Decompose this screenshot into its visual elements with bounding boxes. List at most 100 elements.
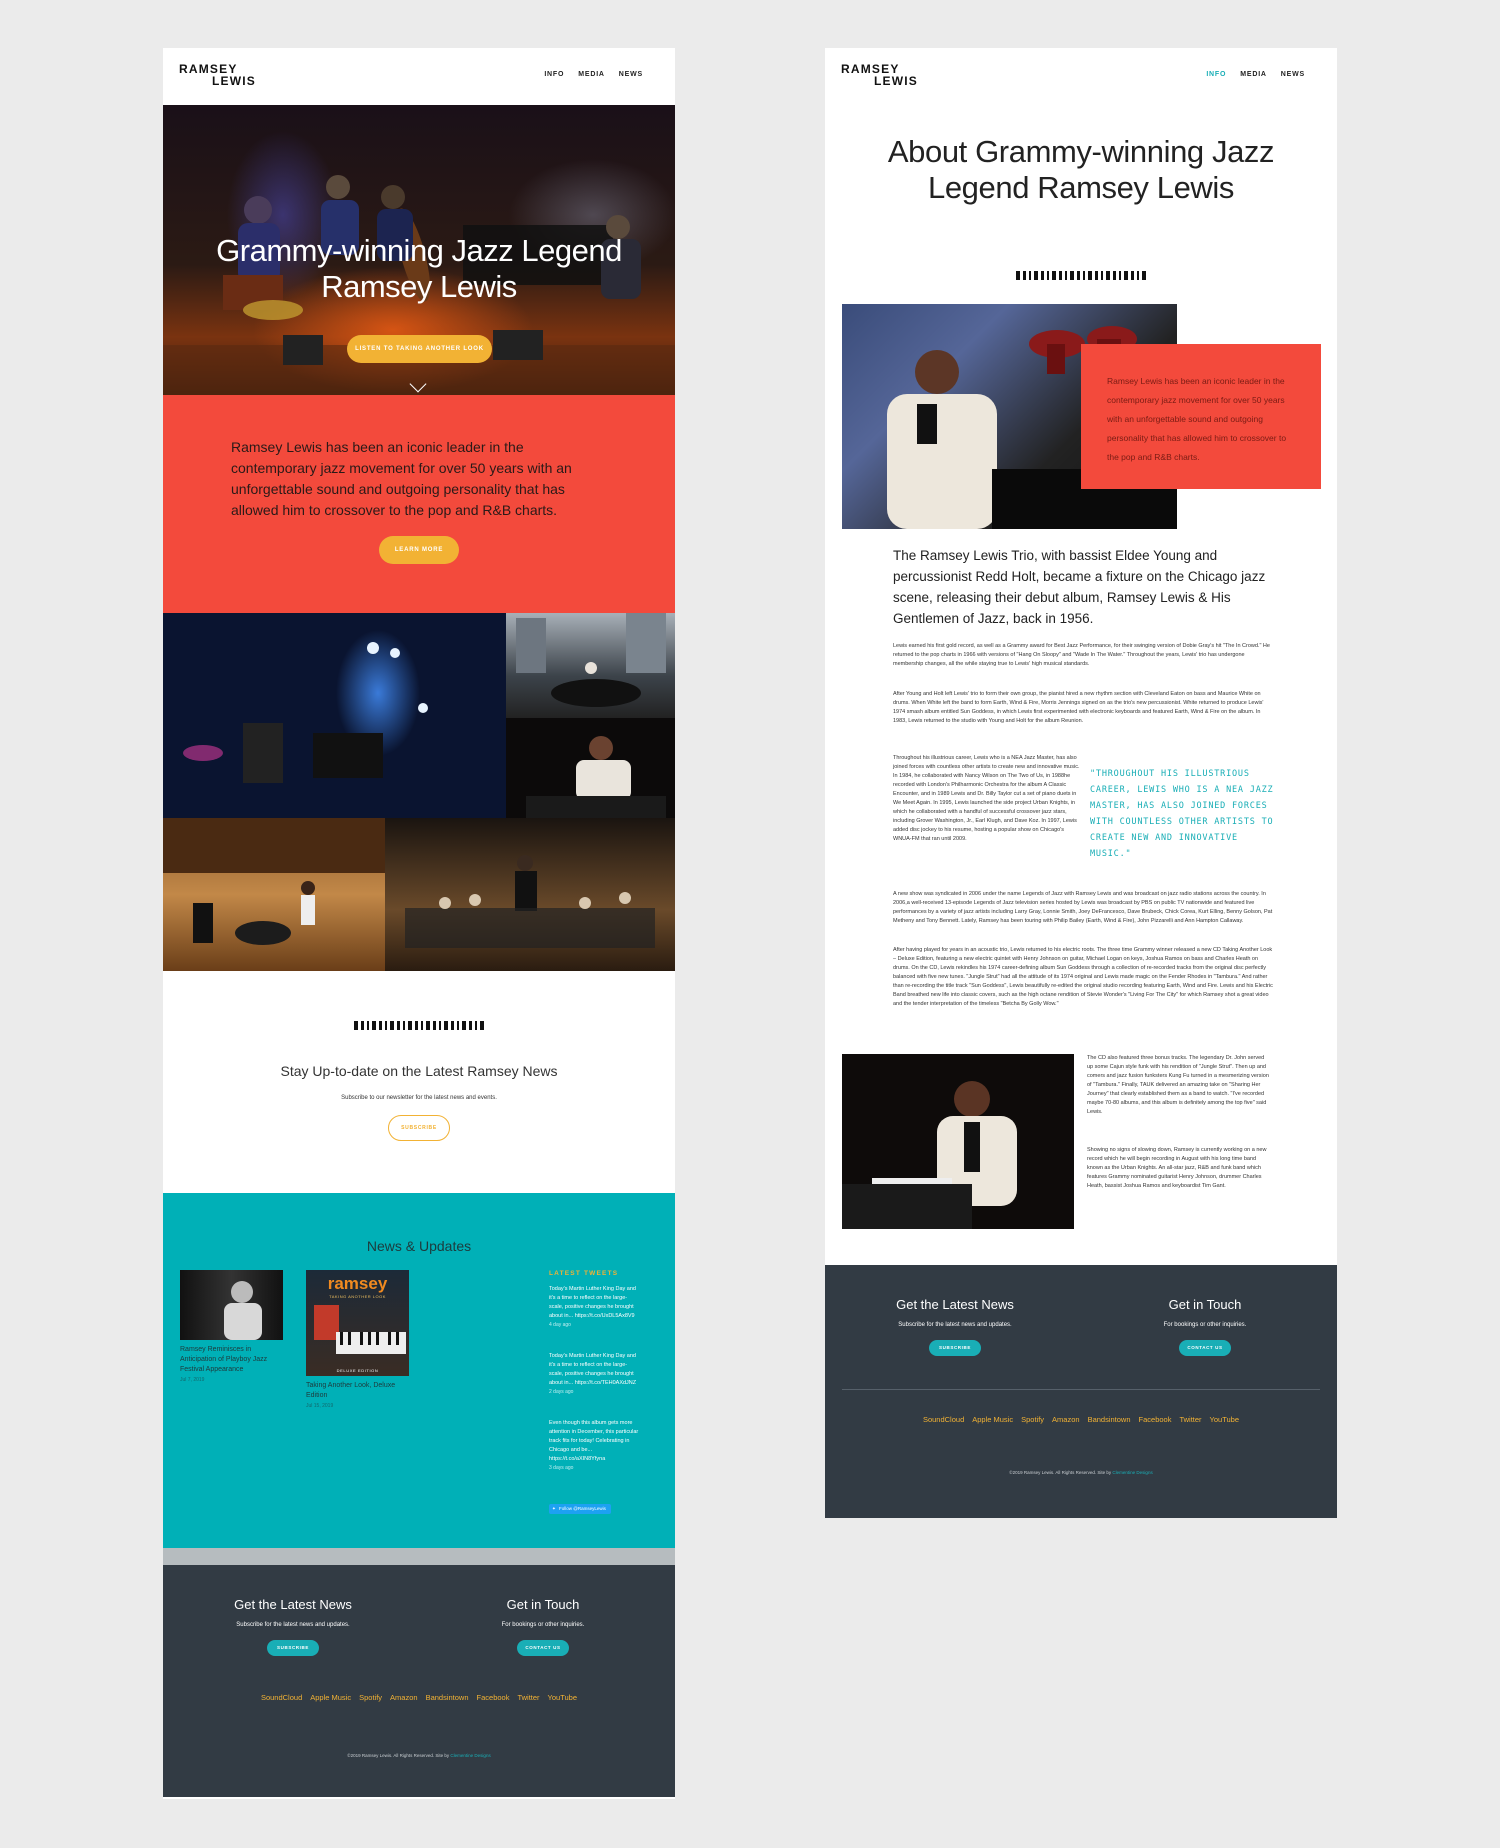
footer-contact-button[interactable]: CONTACT US	[1179, 1340, 1231, 1356]
hero-banner: Grammy-winning Jazz Legend Ramsey Lewis …	[163, 105, 675, 395]
link-amazon[interactable]: Amazon	[1052, 1415, 1080, 1424]
news-item-1[interactable]: Ramsey Reminisces in Anticipation of Pla…	[180, 1345, 280, 1385]
tweet-1-date: 4 day ago	[549, 1322, 571, 1328]
piano-keys-divider	[163, 1021, 675, 1030]
footer-contact-text: For bookings or other inquiries.	[1163, 1322, 1247, 1328]
nav-media[interactable]: MEDIA	[1240, 71, 1267, 78]
footer-news-col: Get the Latest News Subscribe for the la…	[865, 1297, 1045, 1356]
nav-media[interactable]: MEDIA	[578, 71, 605, 78]
piano-key	[1113, 271, 1116, 280]
piano-key	[366, 1021, 369, 1030]
tweet-2: Today's Martin Luther King Day and it's …	[549, 1352, 639, 1397]
link-spotify[interactable]: Spotify	[1021, 1415, 1044, 1424]
piano-key	[1131, 271, 1134, 280]
twitter-bird-icon: ✦	[552, 1506, 556, 1511]
tweet-3-date: 3 days ago	[549, 1465, 574, 1471]
footer-news-col: Get the Latest News Subscribe for the la…	[203, 1597, 383, 1656]
tweet-1-link[interactable]: https://t.co/UxDL5Ax8V9	[575, 1313, 635, 1319]
credit-link[interactable]: Clementine Designs	[450, 1753, 490, 1758]
tweet-3-text: Even though this album gets more attenti…	[549, 1420, 639, 1453]
orchestra-photo[interactable]	[385, 818, 675, 971]
link-bandsintown[interactable]: Bandsintown	[1088, 1415, 1131, 1424]
piano-key	[1106, 271, 1110, 280]
link-facebook[interactable]: Facebook	[477, 1693, 510, 1702]
ramsey-piano-photo[interactable]	[842, 1054, 1074, 1229]
piano-key	[1034, 271, 1038, 280]
link-spotify[interactable]: Spotify	[359, 1693, 382, 1702]
main-nav: INFO MEDIA NEWS	[1206, 71, 1305, 78]
link-youtube[interactable]: YouTube	[1210, 1415, 1239, 1424]
news-item-2[interactable]: Taking Another Look, Deluxe Edition Jul …	[306, 1381, 406, 1411]
piano-key	[1023, 271, 1026, 280]
piano-key	[384, 1021, 387, 1030]
tweet-2-date: 2 days ago	[549, 1389, 574, 1395]
nav-info[interactable]: INFO	[1206, 71, 1226, 78]
learn-more-button[interactable]: LEARN MORE	[379, 536, 459, 564]
logo-line-2: LEWIS	[874, 74, 918, 88]
nav-news[interactable]: NEWS	[619, 71, 643, 78]
piano-key	[408, 1021, 412, 1030]
listen-button[interactable]: LISTEN TO TAKING ANOTHER LOOK	[347, 335, 492, 363]
link-youtube[interactable]: YouTube	[548, 1693, 577, 1702]
about-title: About Grammy-winning Jazz Legend Ramsey …	[887, 134, 1275, 205]
link-apple-music[interactable]: Apple Music	[972, 1415, 1013, 1424]
footer-news-text: Subscribe for the latest news and update…	[898, 1322, 1012, 1328]
newsletter-section: Stay Up-to-date on the Latest Ramsey New…	[163, 971, 675, 1193]
home-page-mockup: RAMSEY LEWIS INFO MEDIA NEWS Grammy-winn…	[163, 48, 675, 1799]
newsletter-subscribe-button[interactable]: SUBSCRIBE	[388, 1115, 450, 1141]
stage-blue-photo[interactable]	[163, 613, 506, 818]
piano-key	[1016, 271, 1020, 280]
link-soundcloud[interactable]: SoundCloud	[261, 1693, 302, 1702]
news-title: News & Updates	[366, 1238, 472, 1254]
tweet-3-link[interactable]: https://t.co/aXIN8Yfyna	[549, 1456, 605, 1462]
twitter-follow-button[interactable]: ✦ Follow @RamseyLewis	[549, 1504, 611, 1514]
link-amazon[interactable]: Amazon	[390, 1693, 418, 1702]
piano-key	[1046, 271, 1049, 280]
about-paragraph-4: A new show was syndicated in 2006 under …	[893, 891, 1273, 924]
piano-key	[438, 1021, 441, 1030]
about-paragraph-1: Lewis earned his first gold record, as w…	[893, 643, 1270, 667]
home-footer: Get the Latest News Subscribe for the la…	[163, 1565, 675, 1797]
about-footer: Get the Latest News Subscribe for the la…	[825, 1265, 1337, 1518]
piano-key	[1070, 271, 1074, 280]
piano-key	[415, 1021, 418, 1030]
link-soundcloud[interactable]: SoundCloud	[923, 1415, 964, 1424]
about-page-mockup: RAMSEY LEWIS INFO MEDIA NEWS About Gramm…	[825, 48, 1337, 1518]
footer-links: SoundCloud Apple Music Spotify Amazon Bandsi…	[825, 1415, 1337, 1424]
outdoor-piano-photo[interactable]	[506, 613, 675, 718]
about-paragraph-2: After Young and Holt left Lewis' trio to…	[893, 691, 1264, 724]
album-cover[interactable]: ramsey TAKING ANOTHER LOOK DELUXE EDITIO…	[306, 1270, 409, 1376]
nav-news[interactable]: NEWS	[1281, 71, 1305, 78]
about-lead: The Ramsey Lewis Trio, with bassist Elde…	[893, 548, 1266, 626]
link-apple-music[interactable]: Apple Music	[310, 1693, 351, 1702]
link-bandsintown[interactable]: Bandsintown	[426, 1693, 469, 1702]
site-header: RAMSEY LEWIS INFO MEDIA NEWS	[825, 48, 1337, 105]
piano-key	[451, 1021, 454, 1030]
site-header: RAMSEY LEWIS INFO MEDIA NEWS	[163, 48, 675, 105]
link-twitter[interactable]: Twitter	[517, 1693, 539, 1702]
nav-info[interactable]: INFO	[544, 71, 564, 78]
tweet-1: Today's Martin Luther King Day and it's …	[549, 1285, 639, 1330]
piano-key	[1052, 271, 1056, 280]
piano-portrait-photo[interactable]	[506, 718, 675, 818]
piano-key	[1136, 271, 1139, 280]
link-twitter[interactable]: Twitter	[1179, 1415, 1201, 1424]
footer-divider	[842, 1389, 1320, 1390]
piano-key	[462, 1021, 466, 1030]
site-logo[interactable]: RAMSEY LEWIS	[179, 63, 256, 87]
piano-key	[1100, 271, 1103, 280]
tweet-2-link[interactable]: https://t.co/TEH0AXdJNZ	[575, 1380, 636, 1386]
footer-contact-button[interactable]: CONTACT US	[517, 1640, 569, 1656]
news-item-1-title: Ramsey Reminisces in Anticipation of Pla…	[180, 1346, 268, 1373]
piano-key	[1082, 271, 1085, 280]
site-logo[interactable]: RAMSEY LEWIS	[841, 63, 918, 87]
stage-wood-photo[interactable]	[163, 818, 385, 971]
news-photo-1[interactable]	[180, 1270, 283, 1340]
footer-subscribe-button[interactable]: SUBSCRIBE	[267, 1640, 319, 1656]
footer-subscribe-button[interactable]: SUBSCRIBE	[929, 1340, 981, 1356]
news-item-1-date: Jul 7, 2019	[180, 1377, 205, 1383]
link-facebook[interactable]: Facebook	[1139, 1415, 1172, 1424]
main-nav: INFO MEDIA NEWS	[544, 71, 643, 78]
credit-link[interactable]: Clementine Designs	[1112, 1470, 1152, 1475]
tweet-3: Even though this album gets more attenti…	[549, 1419, 639, 1473]
